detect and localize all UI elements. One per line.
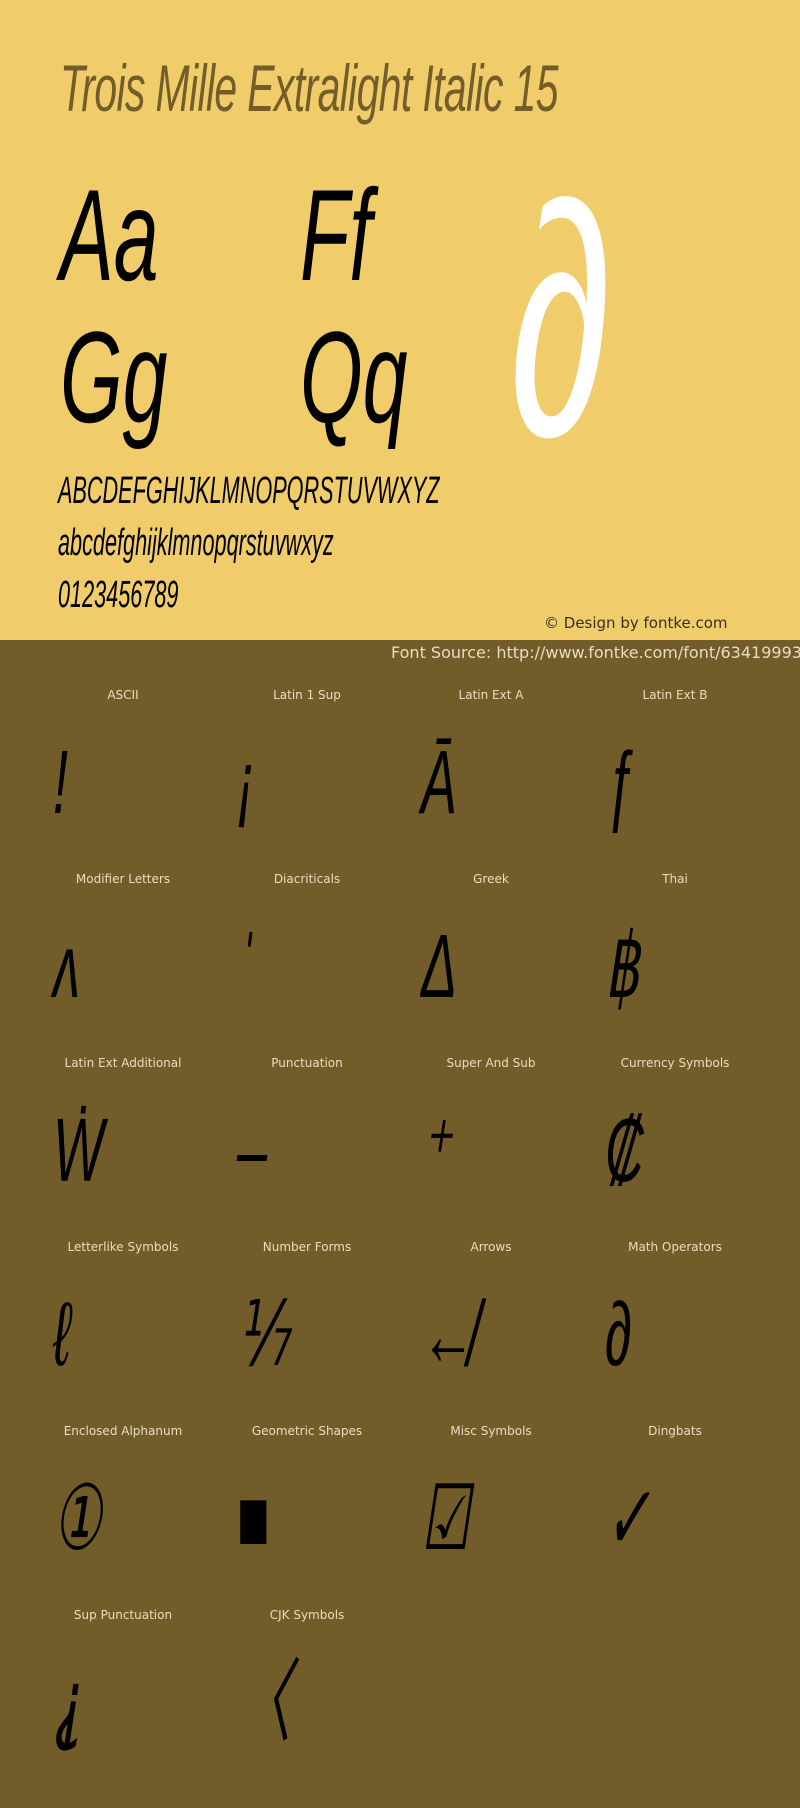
font-title: Trois Mille Extralight Italic 15 bbox=[60, 51, 558, 125]
block-label: Letterlike Symbols bbox=[67, 1240, 179, 1254]
block-label: Latin 1 Sup bbox=[273, 688, 341, 702]
block-label: Sup Punctuation bbox=[73, 1608, 173, 1622]
unicode-block-cell: Sup Punctuation ⸘ bbox=[31, 1608, 215, 1792]
unicode-block-cell: Super And Sub ⁺ bbox=[399, 1056, 583, 1240]
block-sample-glyph: ☑ bbox=[421, 1469, 470, 1569]
unicode-block-cell: Modifier Letters ʌ bbox=[31, 872, 215, 1056]
unicode-block-cell: Letterlike Symbols ℓ bbox=[31, 1240, 215, 1424]
block-label: ASCII bbox=[107, 688, 139, 702]
block-sample-glyph: ℓ bbox=[53, 1285, 71, 1385]
unicode-block-cell: Diacriticals ˈ bbox=[215, 872, 399, 1056]
block-label: Dingbats bbox=[648, 1424, 702, 1438]
block-sample-glyph: ∂ bbox=[605, 1285, 632, 1385]
unicode-block-cell: Enclosed Alphanum ① bbox=[31, 1424, 215, 1608]
block-sample-glyph: ¡ bbox=[237, 733, 255, 833]
unicode-block-cell: Thai ฿ bbox=[583, 872, 767, 1056]
block-sample-glyph: Ā bbox=[421, 733, 458, 833]
unicode-block-cell: Greek Δ bbox=[399, 872, 583, 1056]
unicode-block-cell: Dingbats ✓ bbox=[583, 1424, 767, 1608]
unicode-block-cell: CJK Symbols 〈 bbox=[215, 1608, 399, 1792]
unicode-block-cell: Punctuation – bbox=[215, 1056, 399, 1240]
block-sample-glyph: ⅐ bbox=[237, 1285, 290, 1385]
font-source-link[interactable]: Font Source: http://www.fontke.com/font/… bbox=[391, 643, 800, 662]
font-preview-banner: Trois Mille Extralight Italic 15 Aa Ff G… bbox=[0, 0, 800, 640]
uppercase-sample: ABCDEFGHIJKLMNOPQRSTUVWXYZ bbox=[58, 470, 440, 512]
unicode-block-cell: Geometric Shapes ■ bbox=[215, 1424, 399, 1608]
block-sample-glyph: ʌ bbox=[53, 917, 80, 1017]
block-label: Geometric Shapes bbox=[251, 1424, 363, 1438]
block-sample-glyph: Δ bbox=[421, 917, 458, 1017]
block-sample-glyph: ↚ bbox=[421, 1285, 475, 1385]
unicode-block-cell: Latin Ext A Ā bbox=[399, 688, 583, 872]
unicode-block-cell: Latin Ext Additional Ẇ bbox=[31, 1056, 215, 1240]
block-label: CJK Symbols bbox=[269, 1608, 345, 1622]
unicode-block-cell: ASCII! bbox=[31, 688, 215, 872]
unicode-block-cell: Currency Symbols ₡ bbox=[583, 1056, 767, 1240]
glyph-pair-qq: Qq bbox=[300, 304, 408, 450]
glyph-pair-gg: Gg bbox=[60, 304, 168, 450]
unicode-block-cell: Arrows ↚ bbox=[399, 1240, 583, 1424]
unicode-block-cell: Number Forms ⅐ bbox=[215, 1240, 399, 1424]
block-label: Currency Symbols bbox=[620, 1056, 730, 1070]
block-label: Greek bbox=[473, 872, 509, 886]
block-label: Modifier Letters bbox=[75, 872, 171, 886]
block-sample-glyph: ① bbox=[53, 1469, 102, 1569]
block-sample-glyph: ⁺ bbox=[421, 1101, 450, 1201]
block-sample-glyph: ■ bbox=[237, 1469, 270, 1569]
block-label: Misc Symbols bbox=[450, 1424, 532, 1438]
block-sample-glyph: ⸘ bbox=[53, 1653, 82, 1753]
block-sample-glyph: ƒ bbox=[605, 733, 636, 833]
block-label: Thai bbox=[662, 872, 688, 886]
unicode-block-cell: Latin 1 Sup ¡ bbox=[215, 688, 399, 872]
block-label: Punctuation bbox=[271, 1056, 343, 1070]
block-label: Super And Sub bbox=[446, 1056, 536, 1070]
block-sample-glyph: ₡ bbox=[605, 1101, 644, 1201]
block-sample-glyph: – bbox=[237, 1101, 268, 1201]
digits-sample: 0123456789 bbox=[58, 574, 179, 616]
block-sample-glyph: ฿ bbox=[605, 917, 640, 1017]
unicode-block-cell: Misc Symbols ☑ bbox=[399, 1424, 583, 1608]
block-label: Latin Ext A bbox=[458, 688, 524, 702]
block-label: Enclosed Alphanum bbox=[63, 1424, 183, 1438]
block-label: Diacriticals bbox=[273, 872, 341, 886]
block-label: Latin Ext B bbox=[642, 688, 708, 702]
lowercase-sample: abcdefghijklmnopqrstuvwxyz bbox=[58, 522, 334, 564]
block-sample-glyph: ✓ bbox=[605, 1469, 651, 1569]
block-label: Math Operators bbox=[628, 1240, 722, 1254]
block-sample-glyph: Ẇ bbox=[53, 1101, 104, 1201]
block-sample-glyph: 〈 bbox=[237, 1653, 291, 1753]
glyph-pair-ff: Ff bbox=[300, 162, 372, 308]
large-sample-glyph: ∂ bbox=[510, 135, 612, 504]
unicode-block-cell: Latin Ext B ƒ bbox=[583, 688, 767, 872]
block-label: Number Forms bbox=[262, 1240, 352, 1254]
glyph-pair-aa: Aa bbox=[60, 162, 159, 308]
block-sample-glyph: ! bbox=[53, 733, 69, 833]
block-label: Arrows bbox=[470, 1240, 512, 1254]
block-sample-glyph: ˈ bbox=[237, 917, 255, 1017]
unicode-block-cell: Math Operators ∂ bbox=[583, 1240, 767, 1424]
block-label: Latin Ext Additional bbox=[64, 1056, 182, 1070]
design-credit: © Design by fontke.com bbox=[544, 614, 728, 632]
